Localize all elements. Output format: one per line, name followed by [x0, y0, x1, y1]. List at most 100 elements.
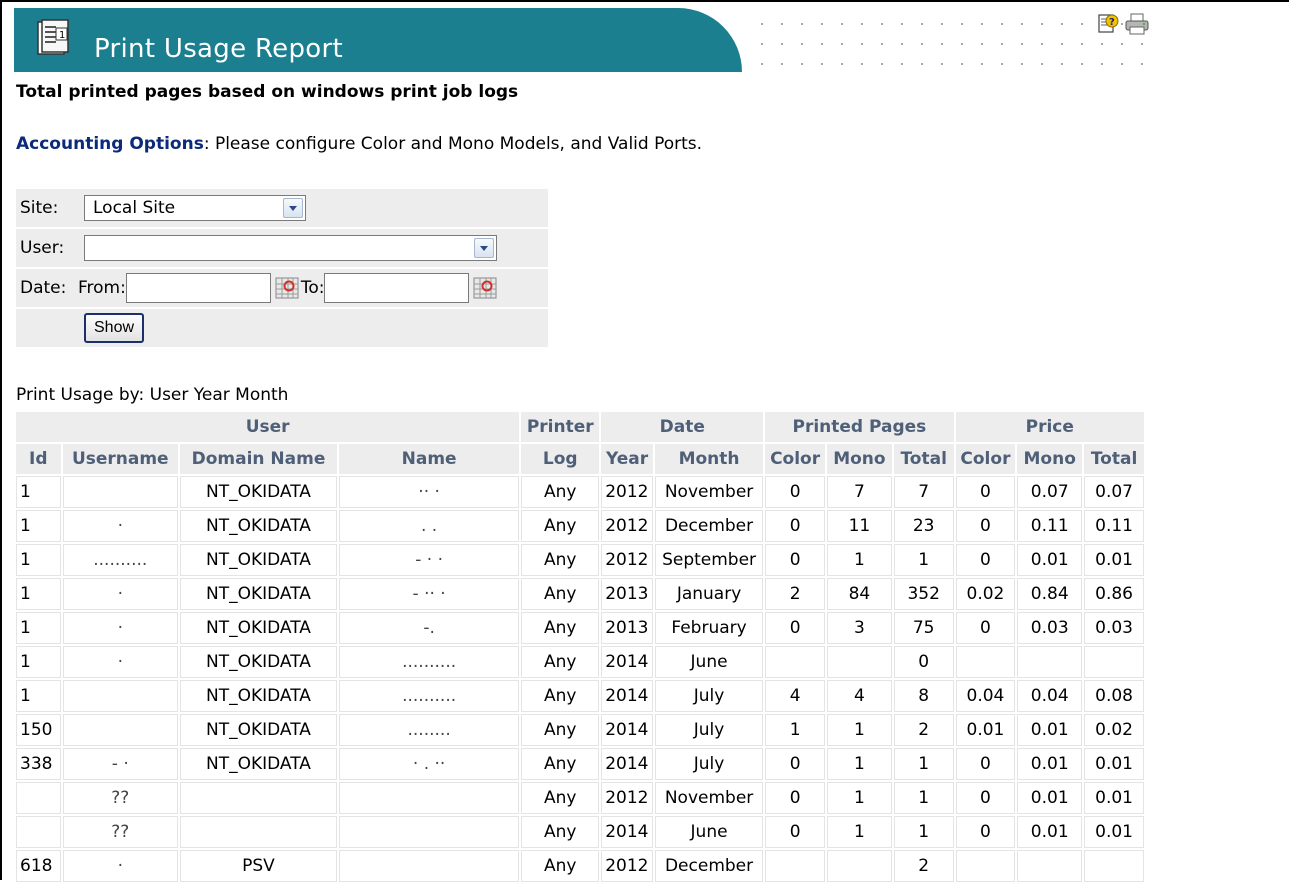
cell-log: Any [521, 544, 600, 576]
cell-price-color: 0 [955, 816, 1016, 848]
col-header-price-color[interactable]: Color [955, 444, 1016, 474]
cell-price-color: 0 [955, 544, 1016, 576]
cell-price-color: 0.01 [955, 714, 1016, 746]
date-row: Date: From: To: [16, 269, 548, 307]
cell-pages-color [765, 646, 825, 678]
table-row: 1 · NT_OKIDATA -. Any 2013 February 0 3 75 0 0.03 0.… [16, 612, 1144, 644]
cell-id: 618 [16, 850, 61, 882]
col-header-id[interactable]: Id [16, 444, 61, 474]
user-select[interactable] [84, 235, 497, 261]
cell-domain [180, 782, 337, 814]
cell-month: September [654, 544, 764, 576]
cell-username: · [62, 850, 178, 882]
cell-name [338, 850, 520, 882]
svg-text:?: ? [1109, 17, 1115, 28]
col-header-username[interactable]: Username [62, 444, 178, 474]
cell-price-total: 0.01 [1084, 544, 1144, 576]
cell-pages-mono: 1 [826, 748, 892, 780]
col-header-pages-mono[interactable]: Mono [826, 444, 892, 474]
cell-id [16, 782, 61, 814]
col-header-price-total[interactable]: Total [1084, 444, 1144, 474]
cell-id [16, 816, 61, 848]
site-dropdown-arrow-icon[interactable] [283, 198, 303, 218]
col-header-year[interactable]: Year [601, 444, 653, 474]
cell-id: 1 [16, 680, 61, 712]
col-header-log[interactable]: Log [521, 444, 600, 474]
to-date-input[interactable] [324, 273, 470, 303]
from-date-input[interactable] [125, 273, 271, 303]
group-header-user: User [16, 412, 520, 442]
cell-domain: NT_OKIDATA [180, 748, 337, 780]
cell-year: 2012 [601, 510, 653, 542]
cell-price-mono: 0.03 [1017, 612, 1083, 644]
cell-domain: NT_OKIDATA [180, 476, 337, 508]
site-row: Site: Local Site [16, 189, 548, 227]
col-header-pages-color[interactable]: Color [765, 444, 825, 474]
cell-log: Any [521, 816, 600, 848]
cell-domain: NT_OKIDATA [180, 680, 337, 712]
cell-log: Any [521, 646, 600, 678]
cell-year: 2014 [601, 816, 653, 848]
table-row: 618 · PSV Any 2012 December 2 [16, 850, 1144, 882]
cell-year: 2012 [601, 850, 653, 882]
cell-name [338, 816, 520, 848]
col-header-domain[interactable]: Domain Name [180, 444, 337, 474]
cell-id: 1 [16, 476, 61, 508]
to-calendar-icon[interactable] [473, 277, 497, 299]
cell-pages-color: 0 [765, 748, 825, 780]
table-row: 150 NT_OKIDATA........ Any 2014 July 1 1 2 0.01 0… [16, 714, 1144, 746]
table-row: ?? Any 2014 June 0 1 1 0 0.01 0.01 [16, 816, 1144, 848]
show-button[interactable]: Show [84, 313, 145, 343]
cell-pages-mono: 1 [826, 782, 892, 814]
cell-log: Any [521, 714, 600, 746]
col-header-month[interactable]: Month [654, 444, 764, 474]
group-header-price: Price [955, 412, 1144, 442]
cell-name: -. [338, 612, 520, 644]
cell-price-color: 0 [955, 612, 1016, 644]
cell-log: Any [521, 510, 600, 542]
report-document-icon: 1 [37, 19, 69, 55]
cell-pages-total: 1 [893, 544, 954, 576]
cell-username: · [62, 612, 178, 644]
from-calendar-icon[interactable] [275, 277, 299, 299]
cell-pages-mono [826, 850, 892, 882]
column-header-row: Id Username Domain Name Name Log Year Mo… [16, 444, 1144, 474]
cell-pages-total: 75 [893, 612, 954, 644]
cell-year: 2012 [601, 782, 653, 814]
cell-price-mono: 0.01 [1017, 544, 1083, 576]
cell-pages-total: 8 [893, 680, 954, 712]
cell-year: 2013 [601, 578, 653, 610]
table-row: 1.......... NT_OKIDATA - · · Any 2012 Septemb… [16, 544, 1144, 576]
user-label: User: [16, 229, 82, 267]
cell-id: 338 [16, 748, 61, 780]
cell-pages-color: 0 [765, 612, 825, 644]
col-header-name[interactable]: Name [338, 444, 520, 474]
cell-name: ·· · [338, 476, 520, 508]
cell-price-total: 0.11 [1084, 510, 1144, 542]
cell-price-color: 0.04 [955, 680, 1016, 712]
cell-price-mono: 0.11 [1017, 510, 1083, 542]
user-dropdown-arrow-icon[interactable] [474, 238, 494, 258]
cell-id: 1 [16, 646, 61, 678]
site-select[interactable]: Local Site [84, 195, 306, 221]
cell-year: 2012 [601, 476, 653, 508]
cell-id: 150 [16, 714, 61, 746]
accounting-options-link[interactable]: Accounting Options [16, 134, 204, 154]
cell-price-total [1084, 850, 1144, 882]
cell-month: November [654, 782, 764, 814]
cell-pages-total: 2 [893, 850, 954, 882]
printer-icon[interactable] [1124, 12, 1150, 36]
table-row: 338- · NT_OKIDATA · . ·· Any 2014 July 0 1 1 0 0.0… [16, 748, 1144, 780]
cell-name: . . [338, 510, 520, 542]
cell-price-mono [1017, 850, 1083, 882]
show-row: Show [16, 309, 548, 347]
help-icon[interactable]: ? [1096, 12, 1120, 36]
col-header-price-mono[interactable]: Mono [1017, 444, 1083, 474]
cell-pages-mono: 1 [826, 544, 892, 576]
col-header-pages-total[interactable]: Total [893, 444, 954, 474]
table-row: 1 · NT_OKIDATA. . Any 2012 December 0 11 23 0 0.11… [16, 510, 1144, 542]
cell-pages-color [765, 850, 825, 882]
cell-year: 2012 [601, 544, 653, 576]
cell-pages-mono: 4 [826, 680, 892, 712]
cell-price-mono: 0.84 [1017, 578, 1083, 610]
